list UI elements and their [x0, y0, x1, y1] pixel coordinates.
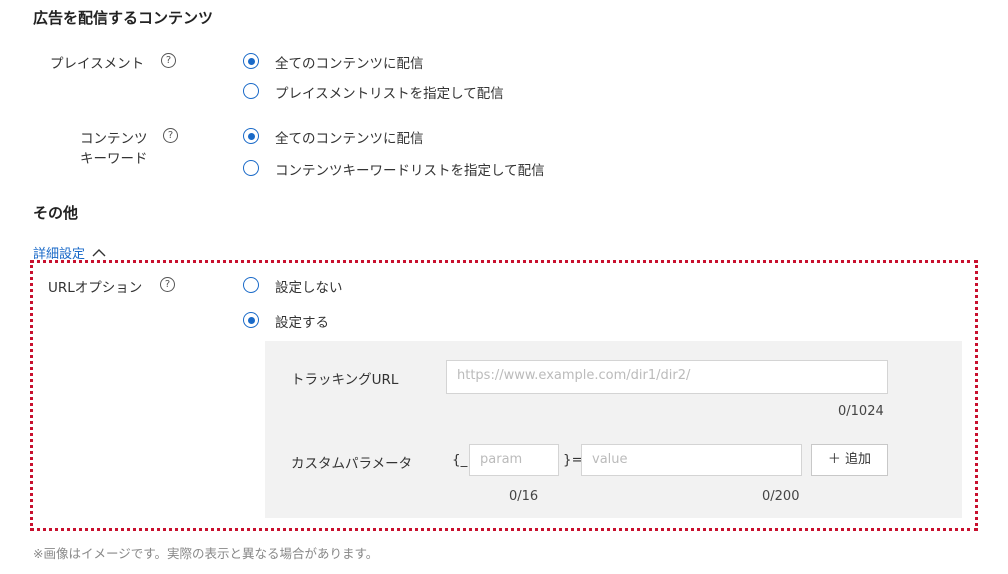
url-option-radio-set[interactable]	[243, 312, 259, 328]
content-section-title: 広告を配信するコンテンツ	[33, 9, 214, 27]
keyword-option-list[interactable]: コンテンツキーワードリストを指定して配信	[275, 159, 545, 179]
url-option-radio-none[interactable]	[243, 277, 259, 293]
placement-radio-list[interactable]	[243, 83, 259, 99]
url-option-set[interactable]: 設定する	[275, 311, 329, 331]
url-option-label: URLオプション	[48, 280, 143, 296]
add-param-button[interactable]: ＋ 追加	[811, 444, 888, 476]
param-name-input[interactable]: param	[469, 444, 559, 476]
placement-radio-all[interactable]	[243, 53, 259, 69]
placement-option-all[interactable]: 全てのコンテンツに配信	[275, 52, 424, 72]
custom-param-label: カスタムパラメータ	[291, 456, 413, 472]
content-keyword-label-line2: キーワード	[80, 151, 148, 167]
help-icon[interactable]: ?	[161, 53, 176, 68]
keyword-option-all[interactable]: 全てのコンテンツに配信	[275, 127, 424, 147]
url-option-none[interactable]: 設定しない	[275, 276, 343, 296]
help-icon[interactable]: ?	[163, 128, 178, 143]
param-value-input[interactable]: value	[581, 444, 802, 476]
param-value-counter: 0/200	[762, 489, 800, 504]
placement-label: プレイスメント	[50, 56, 145, 72]
tracking-url-counter: 0/1024	[838, 404, 884, 419]
tracking-url-label: トラッキングURL	[291, 372, 399, 388]
keyword-radio-all[interactable]	[243, 128, 259, 144]
custom-param-prefix: {_	[452, 452, 468, 468]
keyword-radio-list[interactable]	[243, 160, 259, 176]
tracking-url-input[interactable]: https://www.example.com/dir1/dir2/	[446, 360, 888, 394]
param-name-counter: 0/16	[509, 489, 539, 504]
custom-param-equals: }=	[563, 452, 583, 468]
image-disclaimer-note: ※画像はイメージです。実際の表示と異なる場合があります。	[33, 546, 379, 561]
placement-option-list[interactable]: プレイスメントリストを指定して配信	[275, 82, 504, 102]
other-section-title: その他	[33, 204, 79, 222]
help-icon[interactable]: ?	[160, 277, 175, 292]
chevron-up-icon	[92, 249, 106, 257]
content-keyword-label: コンテンツ	[80, 131, 148, 147]
